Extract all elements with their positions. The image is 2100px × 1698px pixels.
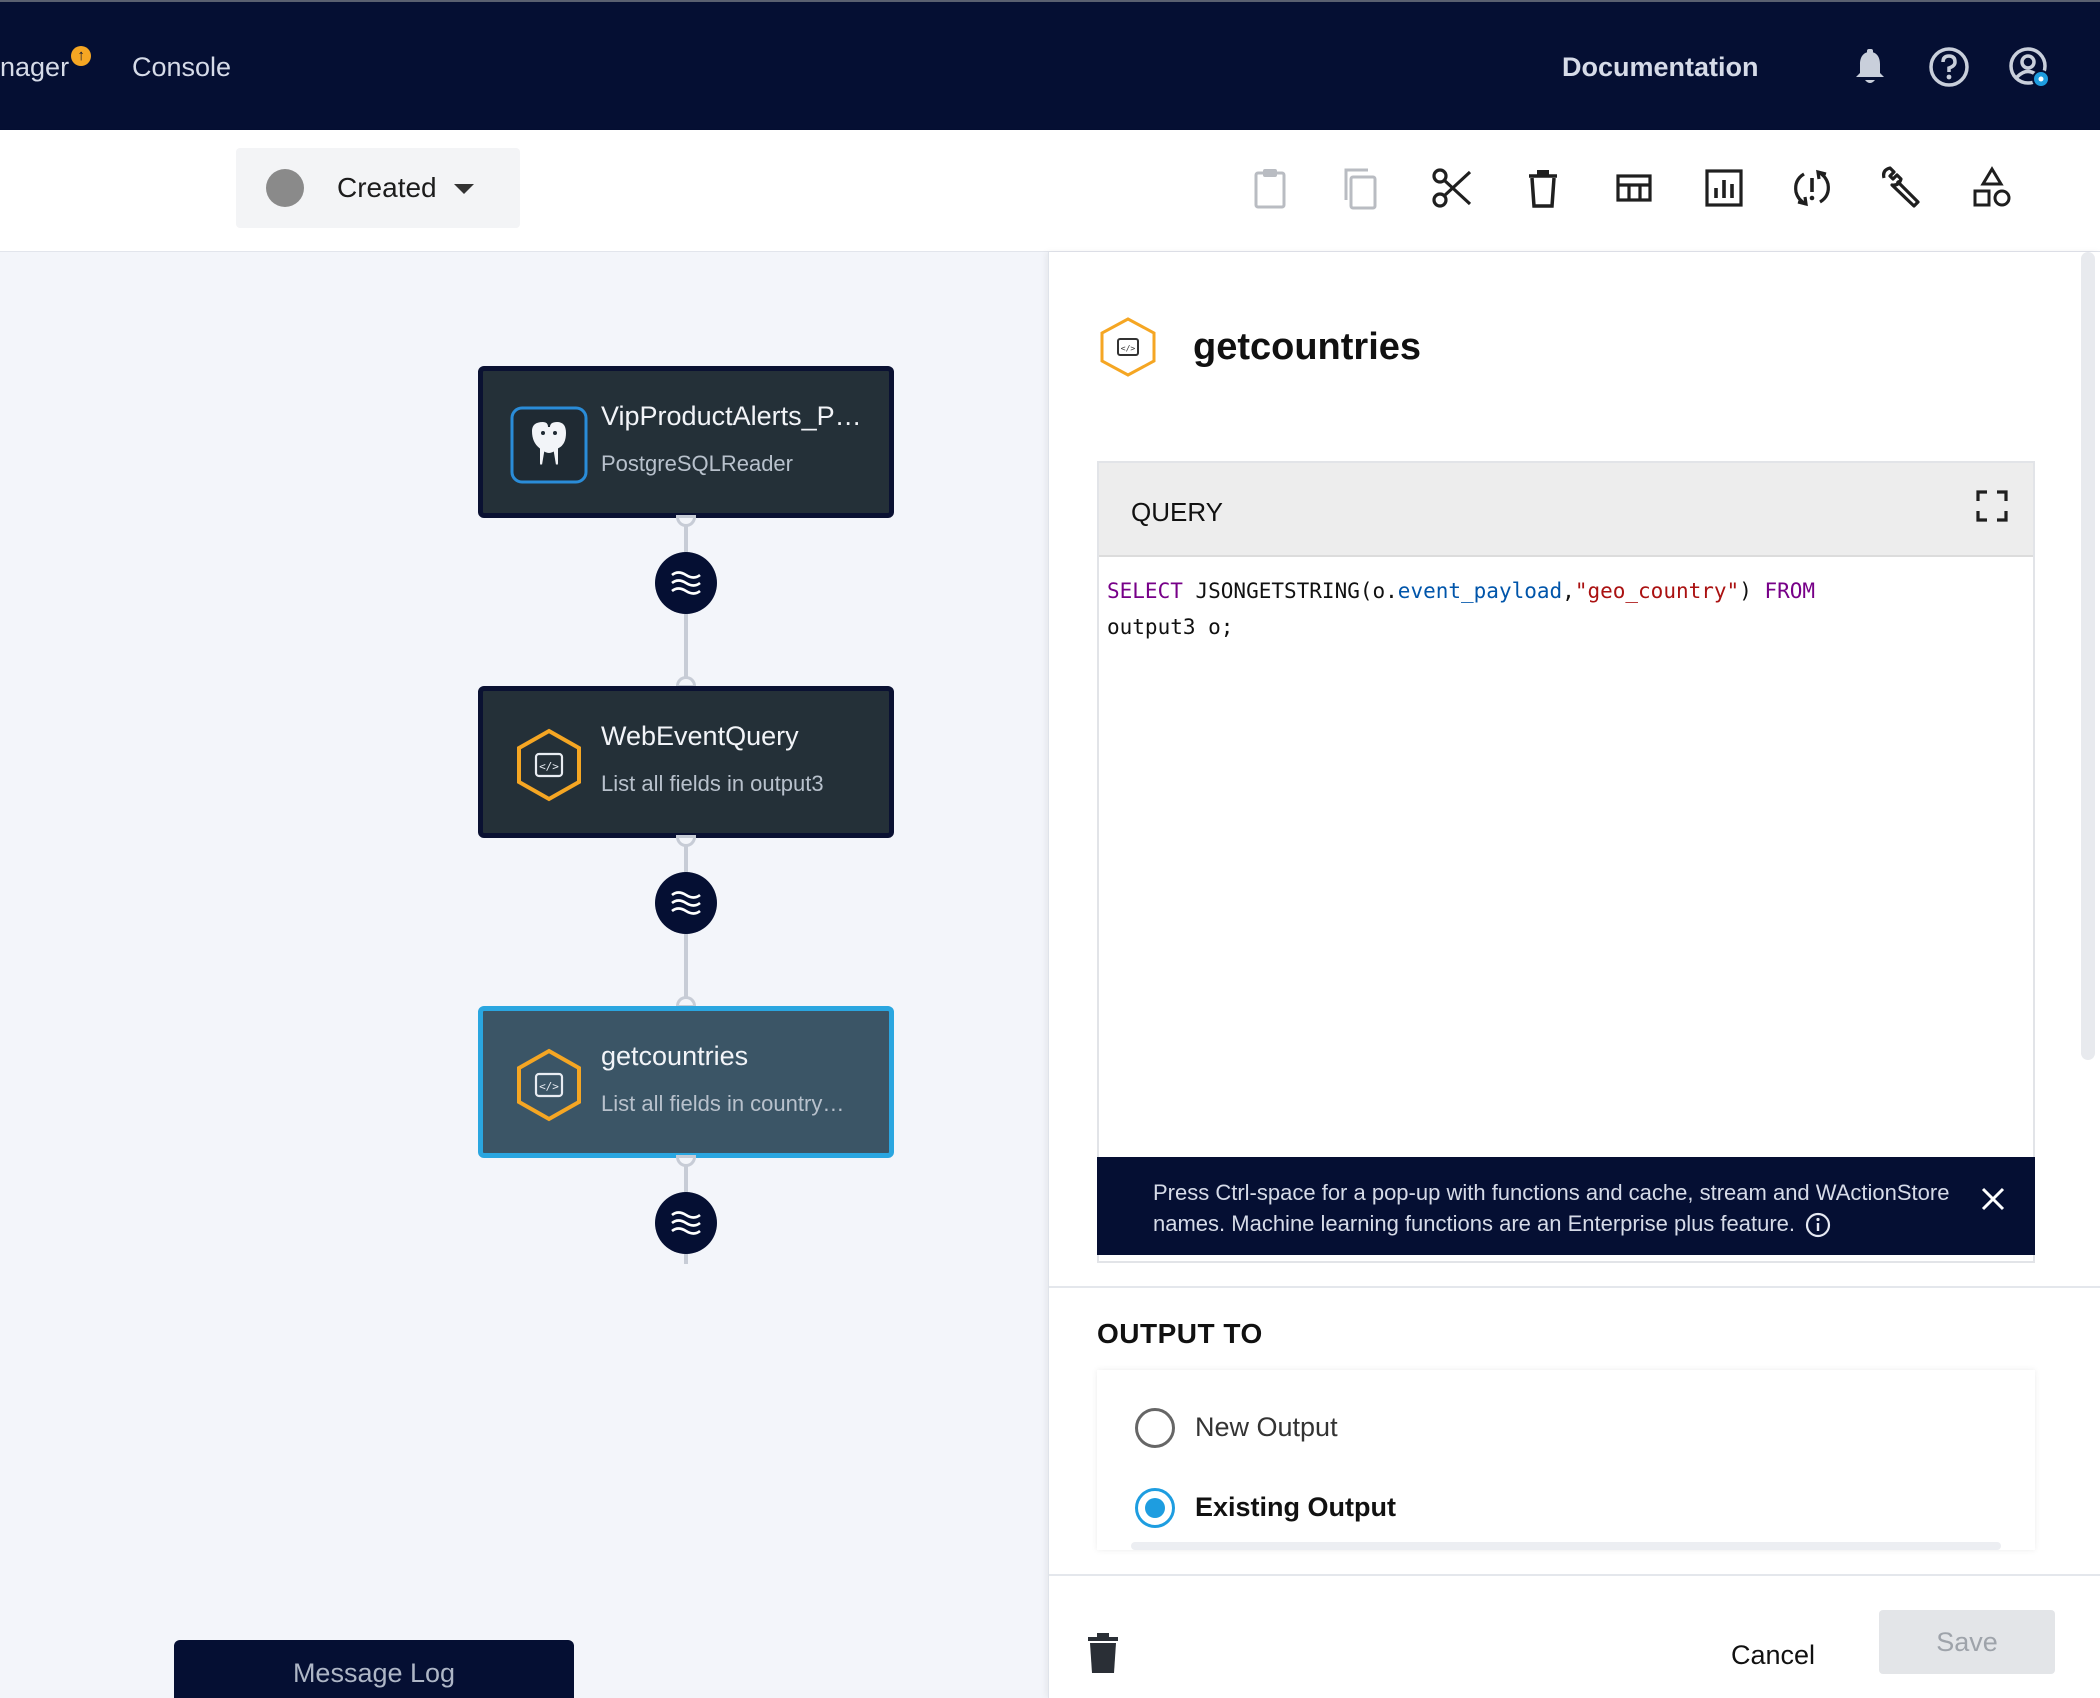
code-property: event_payload: [1397, 579, 1563, 603]
node-port-out[interactable]: [676, 835, 696, 847]
postgresql-icon: [510, 406, 588, 484]
node-title: VipProductAlerts_P…: [601, 401, 862, 431]
hint-text-wrap: Press Ctrl-space for a pop-up with funct…: [1153, 1177, 1953, 1239]
svg-text:</>: </>: [539, 760, 559, 773]
node-title: WebEventQuery: [601, 721, 799, 751]
save-button[interactable]: Save: [1879, 1610, 2055, 1674]
flow-canvas[interactable]: VipProductAlerts_P… PostgreSQLReader </>…: [0, 252, 1048, 1698]
svg-text:</>: </>: [539, 1080, 559, 1093]
stream-icon: [671, 1211, 701, 1235]
node-port-out[interactable]: [676, 515, 696, 527]
existing-output-radio[interactable]: [1135, 1488, 1175, 1528]
node-title: getcountries: [601, 1041, 749, 1071]
message-log-button[interactable]: Message Log: [174, 1640, 574, 1698]
query-icon: </>: [517, 1048, 581, 1122]
flow-node-webeventquery[interactable]: </> WebEventQuery List all fields in out…: [478, 686, 894, 838]
code-keyword: FROM: [1764, 579, 1816, 603]
output-to-label: OUTPUT TO: [1097, 1318, 1263, 1349]
code-text: JSONGETSTRING(o.: [1182, 579, 1398, 603]
copy-icon[interactable]: [1336, 164, 1384, 212]
status-dropdown[interactable]: Created: [236, 148, 520, 228]
layout-icon[interactable]: [1610, 164, 1658, 212]
code-text: ,: [1562, 579, 1575, 603]
new-output-label[interactable]: New Output: [1195, 1412, 1338, 1443]
trash-icon[interactable]: [1085, 1632, 1121, 1674]
help-icon[interactable]: [1928, 46, 1970, 88]
status-indicator: [266, 169, 304, 207]
query-icon: </>: [1100, 317, 1156, 377]
node-subtitle: List all fields in country…: [601, 1091, 845, 1116]
stream-icon: [671, 571, 701, 595]
output-options-card: New Output Existing Output: [1097, 1370, 2035, 1550]
svg-text:</>: </>: [1121, 344, 1136, 353]
stream-node[interactable]: [655, 552, 717, 614]
new-output-radio[interactable]: [1135, 1408, 1175, 1448]
chart-icon[interactable]: [1700, 164, 1748, 212]
refresh-alert-icon[interactable]: [1788, 164, 1836, 212]
panel-title: getcountries: [1193, 326, 1422, 368]
shapes-icon[interactable]: [1968, 164, 2016, 212]
nav-documentation-link[interactable]: Documentation: [1562, 52, 1759, 83]
nav-console-link[interactable]: Console: [132, 52, 231, 83]
wrench-icon[interactable]: [1876, 164, 1924, 212]
editor-hint-banner: Press Ctrl-space for a pop-up with funct…: [1097, 1157, 2035, 1255]
code-string: "geo_country": [1574, 579, 1740, 603]
node-port-out[interactable]: [676, 1155, 696, 1167]
code-line: output3 o;: [1107, 615, 1234, 639]
output-select-field[interactable]: [1131, 1542, 2001, 1550]
code-text: ): [1739, 579, 1765, 603]
code-line: SELECT JSONGETSTRING(o.event_payload,"ge…: [1107, 573, 2007, 609]
flow-node-source[interactable]: VipProductAlerts_P… PostgreSQLReader: [478, 366, 894, 518]
user-settings-icon[interactable]: [2008, 46, 2050, 88]
flow-node-getcountries[interactable]: </> getcountries List all fields in coun…: [478, 1006, 894, 1158]
stream-icon: [671, 891, 701, 915]
component-editor-panel: </> getcountries QUERY SELECT JSONGETSTR…: [1048, 252, 2100, 1698]
existing-output-label[interactable]: Existing Output: [1195, 1492, 1396, 1523]
close-icon[interactable]: [1979, 1185, 2007, 1213]
cut-icon[interactable]: [1428, 164, 1476, 212]
node-subtitle: List all fields in output3: [601, 771, 824, 796]
top-nav: nager ↑ Console Documentation: [0, 0, 2100, 130]
status-label: Created: [337, 172, 437, 203]
paste-icon[interactable]: [1246, 164, 1294, 212]
query-code[interactable]: SELECT JSONGETSTRING(o.event_payload,"ge…: [1107, 573, 2007, 645]
app-toolbar: Created: [0, 130, 2100, 252]
node-subtitle: PostgreSQLReader: [601, 451, 793, 476]
query-label: QUERY: [1131, 497, 1223, 527]
update-badge-icon: ↑: [71, 46, 92, 66]
section-divider: [1049, 1286, 2100, 1288]
info-icon[interactable]: [1805, 1212, 1831, 1238]
panel-scrollbar[interactable]: [2081, 252, 2095, 1060]
query-icon: </>: [517, 728, 581, 802]
stream-node[interactable]: [655, 872, 717, 934]
stream-node[interactable]: [655, 1192, 717, 1254]
code-keyword: SELECT: [1107, 579, 1183, 603]
expand-icon[interactable]: [1975, 489, 2009, 523]
bell-icon[interactable]: [1849, 46, 1891, 88]
delete-icon[interactable]: [1519, 164, 1567, 212]
nav-manager-label: nager: [0, 52, 70, 82]
app-root: nager ↑ Console Documentation Created Vi…: [0, 0, 2100, 1698]
panel-footer: Cancel Save: [1049, 1574, 2100, 1698]
nav-manager-link[interactable]: nager ↑: [0, 46, 92, 83]
query-header: QUERY: [1099, 463, 2033, 557]
chevron-down-icon: [454, 184, 474, 194]
query-editor[interactable]: QUERY SELECT JSONGETSTRING(o.event_paylo…: [1097, 461, 2035, 1263]
cancel-button[interactable]: Cancel: [1703, 1630, 1843, 1680]
